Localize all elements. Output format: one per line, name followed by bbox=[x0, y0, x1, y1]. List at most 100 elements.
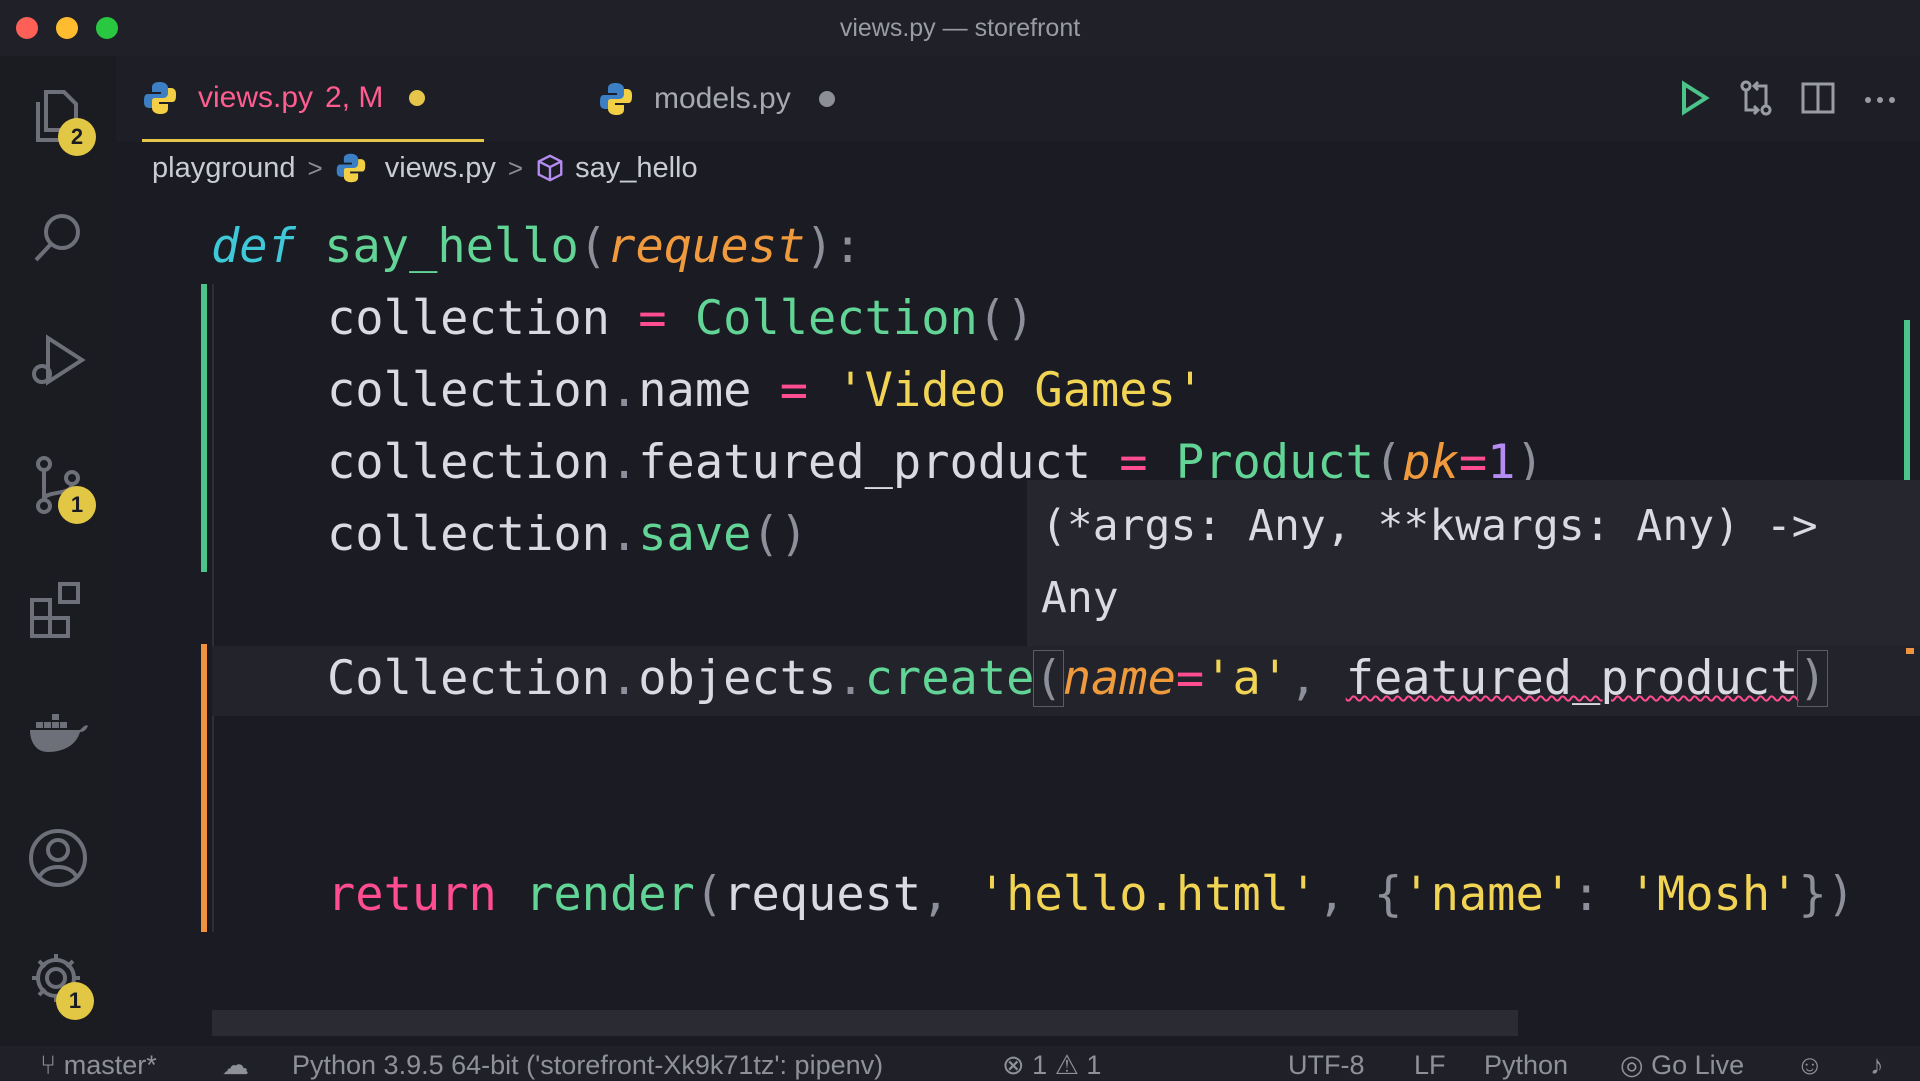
open-changes-button[interactable] bbox=[1736, 78, 1776, 118]
overview-ruler-added bbox=[1904, 320, 1910, 480]
error-identifier: featured_product bbox=[1345, 651, 1799, 706]
error-icon: ⊗ bbox=[1002, 1050, 1025, 1080]
keyword-arg: name bbox=[1062, 651, 1176, 706]
identifier: request bbox=[723, 867, 922, 922]
python-icon bbox=[600, 83, 632, 115]
bracket-match: ( bbox=[1033, 650, 1064, 707]
paren-colon: ): bbox=[805, 219, 862, 274]
source-control-button[interactable]: 1 bbox=[26, 452, 96, 524]
tab-views-py[interactable]: views.py 2, M bbox=[142, 56, 484, 142]
identifier: collection bbox=[327, 507, 610, 562]
search-button[interactable] bbox=[26, 206, 90, 270]
breadcrumb-file[interactable]: views.py bbox=[385, 152, 496, 185]
identifier: collection bbox=[327, 363, 610, 418]
hover-line-2: Any bbox=[1041, 573, 1119, 623]
code-line-5[interactable]: collection.save() bbox=[327, 499, 808, 571]
overview-ruler-modified bbox=[1906, 648, 1914, 654]
modified-dot[interactable] bbox=[409, 89, 426, 106]
paren: ( bbox=[694, 867, 724, 922]
code-line-6[interactable]: Collection.objects.create(name='a', feat… bbox=[327, 643, 1828, 715]
account-button[interactable] bbox=[26, 826, 90, 890]
operator: = bbox=[1175, 651, 1205, 706]
status-bar: ⑂ master* ☁ Python 3.9.5 64-bit ('storef… bbox=[0, 1046, 1920, 1080]
colon: : bbox=[1572, 867, 1629, 922]
settings-badge: 1 bbox=[56, 982, 94, 1020]
warning-icon: ⚠ bbox=[1054, 1050, 1079, 1080]
paren: () bbox=[977, 291, 1035, 346]
chevron-right-icon: > bbox=[507, 152, 524, 183]
account-icon bbox=[29, 829, 87, 887]
breadcrumb-folder[interactable]: playground bbox=[152, 152, 296, 185]
dot: . bbox=[609, 363, 639, 418]
language-mode[interactable]: Python bbox=[1484, 1050, 1568, 1081]
paren: () bbox=[751, 507, 809, 562]
activity-bar: 2 1 1 bbox=[0, 56, 116, 1048]
dot: . bbox=[836, 651, 865, 706]
settings-button[interactable]: 1 bbox=[26, 946, 94, 1020]
python-icon bbox=[336, 153, 365, 183]
search-icon bbox=[34, 214, 80, 262]
param-request: request bbox=[607, 219, 806, 274]
operator: = bbox=[751, 363, 837, 418]
modified-lines-marker bbox=[201, 644, 207, 932]
comma: , bbox=[1317, 867, 1374, 922]
dot: . bbox=[609, 435, 639, 490]
extensions-button[interactable] bbox=[26, 576, 90, 640]
brace: { bbox=[1373, 867, 1403, 922]
encoding-status[interactable]: UTF-8 bbox=[1288, 1050, 1365, 1081]
symbol-method-icon bbox=[537, 154, 563, 182]
window-title: views.py — storefront bbox=[839, 14, 1081, 42]
method-name: save bbox=[638, 507, 752, 562]
code-line-1[interactable]: def say_hello(request): bbox=[211, 211, 862, 283]
more-actions-button[interactable] bbox=[1860, 78, 1900, 118]
python-interpreter[interactable]: Python 3.9.5 64-bit ('storefront-Xk9k71t… bbox=[292, 1050, 883, 1081]
class-name: Collection bbox=[694, 291, 978, 346]
tab-views-status: 2, M bbox=[325, 80, 384, 114]
identifier: collection bbox=[327, 435, 610, 490]
explorer-button[interactable]: 2 bbox=[26, 84, 96, 156]
code-line-2[interactable]: collection = Collection() bbox=[327, 283, 1034, 355]
branch-status[interactable]: ⑂ master* bbox=[40, 1050, 157, 1081]
dot: . bbox=[609, 507, 639, 562]
breadcrumb-symbol[interactable]: say_hello bbox=[575, 152, 698, 185]
identifier: Collection bbox=[327, 651, 610, 706]
attribute: name bbox=[638, 363, 752, 418]
chevron-right-icon: > bbox=[307, 152, 323, 183]
tab-views-label: views.py bbox=[198, 80, 314, 114]
paren: ( bbox=[578, 219, 608, 274]
modified-dot[interactable] bbox=[818, 91, 835, 107]
code-line-7[interactable]: return render(request, 'hello.html', {'n… bbox=[327, 859, 1855, 931]
broadcast-icon: ◎ bbox=[1620, 1050, 1644, 1080]
docker-button[interactable] bbox=[26, 696, 90, 760]
run-debug-button[interactable] bbox=[26, 328, 90, 392]
tab-models-label: models.py bbox=[654, 82, 791, 115]
comma: , bbox=[1289, 651, 1346, 706]
split-editor-button[interactable] bbox=[1798, 78, 1838, 118]
more-icon bbox=[1865, 97, 1895, 103]
sync-icon[interactable]: ☁ bbox=[222, 1050, 249, 1081]
notifications-bell-icon[interactable]: ♪ bbox=[1870, 1050, 1884, 1081]
tab-models-py[interactable]: models.py bbox=[476, 56, 835, 142]
source-control-badge: 1 bbox=[58, 486, 96, 524]
run-button[interactable] bbox=[1674, 78, 1714, 118]
docker-icon bbox=[30, 714, 88, 752]
run-debug-icon bbox=[32, 334, 86, 386]
added-lines-marker bbox=[201, 284, 207, 572]
keyword-return: return bbox=[327, 867, 497, 922]
string: 'hello.html' bbox=[977, 867, 1318, 922]
code-line-3[interactable]: collection.name = 'Video Games' bbox=[327, 355, 1204, 427]
split-editor-icon bbox=[1801, 82, 1835, 114]
branch-label: master* bbox=[63, 1050, 157, 1080]
run-icon bbox=[1682, 80, 1710, 116]
extensions-icon bbox=[30, 582, 80, 638]
method-name: create bbox=[864, 651, 1035, 706]
attribute: featured_product bbox=[638, 435, 1092, 490]
feedback-icon[interactable]: ☺ bbox=[1796, 1050, 1824, 1081]
eol-status[interactable]: LF bbox=[1414, 1050, 1446, 1081]
problems-status[interactable]: ⊗ 1 ⚠ 1 bbox=[1002, 1050, 1101, 1081]
string: 'Video Games' bbox=[836, 363, 1205, 418]
string: 'Mosh' bbox=[1628, 867, 1799, 922]
go-live-button[interactable]: ◎ Go Live bbox=[1620, 1050, 1744, 1081]
title-bar: views.py — storefront bbox=[0, 0, 1920, 56]
horizontal-scrollbar[interactable] bbox=[212, 1010, 1518, 1036]
